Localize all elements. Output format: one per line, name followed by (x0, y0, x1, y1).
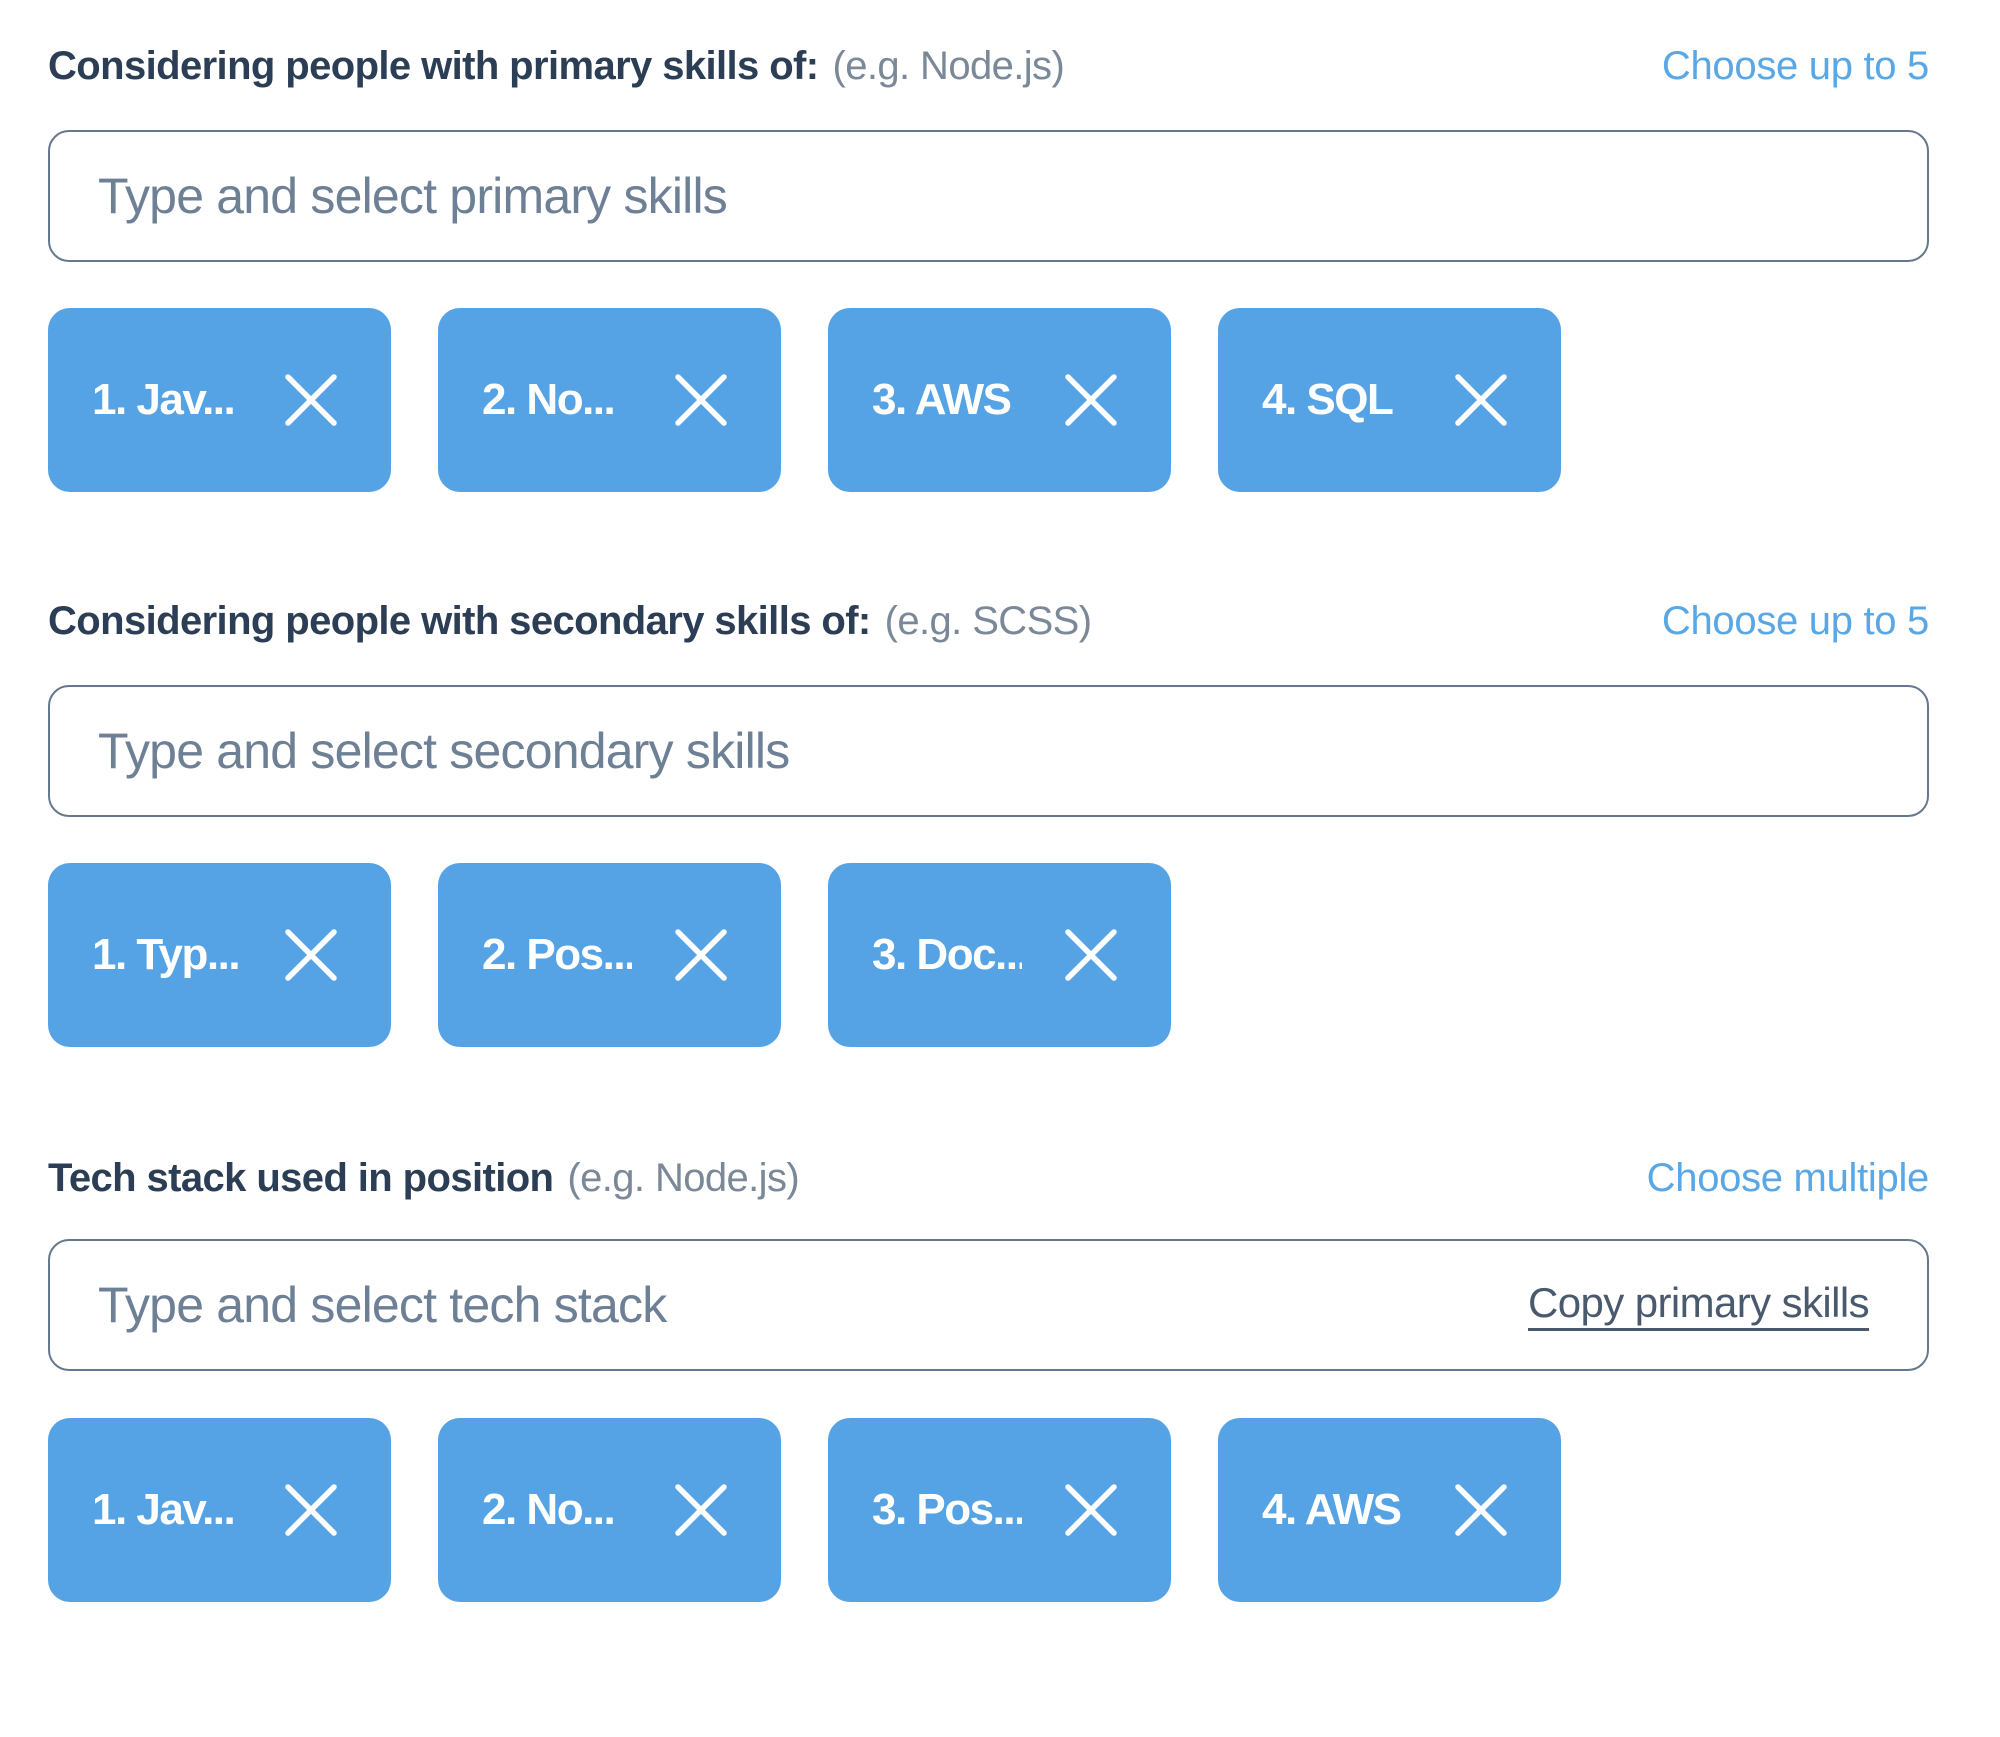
primary-skill-chip: 1. Jav... (48, 308, 391, 492)
primary-skills-limit: Choose up to 5 (1661, 43, 1929, 88)
secondary-skills-title: Considering people with secondary skills… (48, 598, 871, 643)
close-icon (675, 1484, 727, 1536)
remove-chip-button[interactable] (1064, 1484, 1118, 1536)
chip-label: 4. AWS (1262, 1485, 1402, 1534)
close-icon (675, 374, 727, 426)
chip-label: 1. Jav... (92, 375, 236, 424)
secondary-skill-chip: 1. Typ... (48, 863, 391, 1047)
close-icon (1065, 374, 1117, 426)
tech-stack-chips: 1. Jav... 2. No... 3. Pos... 4. AWS (48, 1418, 1561, 1602)
close-icon (285, 929, 337, 981)
remove-chip-button[interactable] (674, 374, 728, 426)
remove-chip-button[interactable] (1454, 1484, 1508, 1536)
secondary-skills-label: Considering people with secondary skills… (48, 598, 1092, 644)
primary-skills-chips: 1. Jav... 2. No... 3. AWS 4. SQL (48, 308, 1561, 492)
remove-chip-button[interactable] (284, 374, 338, 426)
tech-stack-chip: 4. AWS (1218, 1418, 1561, 1602)
primary-skills-input-box[interactable] (48, 130, 1929, 262)
secondary-skill-chip: 2. Pos... (438, 863, 781, 1047)
secondary-skills-input[interactable] (50, 687, 1927, 815)
chip-label: 2. No... (482, 375, 616, 424)
remove-chip-button[interactable] (1064, 929, 1118, 981)
close-icon (1065, 929, 1117, 981)
remove-chip-button[interactable] (284, 1484, 338, 1536)
tech-stack-input[interactable] (50, 1241, 1528, 1369)
close-icon (675, 929, 727, 981)
chip-label: 2. Pos... (482, 930, 632, 979)
chip-label: 2. No... (482, 1485, 616, 1534)
remove-chip-button[interactable] (284, 929, 338, 981)
secondary-skill-chip: 3. Doc... (828, 863, 1171, 1047)
chip-label: 3. AWS (872, 375, 1012, 424)
close-icon (1455, 374, 1507, 426)
remove-chip-button[interactable] (674, 929, 728, 981)
copy-primary-skills-link[interactable]: Copy primary skills (1528, 1279, 1870, 1331)
tech-stack-label: Tech stack used in position (e.g. Node.j… (48, 1155, 800, 1201)
close-icon (1455, 1484, 1507, 1536)
tech-stack-limit: Choose multiple (1646, 1155, 1930, 1200)
tech-stack-hint: (e.g. Node.js) (567, 1155, 800, 1200)
chip-label: 1. Jav... (92, 1485, 236, 1534)
tech-stack-chip: 1. Jav... (48, 1418, 391, 1602)
chip-label: 3. Pos... (872, 1485, 1022, 1534)
secondary-skills-label-row: Considering people with secondary skills… (48, 591, 1929, 651)
secondary-skills-chips: 1. Typ... 2. Pos... 3. Doc... (48, 863, 1171, 1047)
secondary-skills-hint: (e.g. SCSS) (884, 598, 1092, 643)
primary-skills-label: Considering people with primary skills o… (48, 43, 1065, 89)
chip-label: 3. Doc... (872, 930, 1022, 979)
close-icon (285, 374, 337, 426)
primary-skill-chip: 2. No... (438, 308, 781, 492)
remove-chip-button[interactable] (1454, 374, 1508, 426)
remove-chip-button[interactable] (674, 1484, 728, 1536)
tech-stack-label-row: Tech stack used in position (e.g. Node.j… (48, 1148, 1929, 1208)
close-icon (1065, 1484, 1117, 1536)
tech-stack-chip: 2. No... (438, 1418, 781, 1602)
primary-skills-label-row: Considering people with primary skills o… (48, 36, 1929, 96)
close-icon (285, 1484, 337, 1536)
chip-label: 4. SQL (1262, 375, 1394, 424)
tech-stack-title: Tech stack used in position (48, 1155, 554, 1200)
tech-stack-chip: 3. Pos... (828, 1418, 1171, 1602)
primary-skill-chip: 4. SQL (1218, 308, 1561, 492)
primary-skills-hint: (e.g. Node.js) (832, 43, 1065, 88)
primary-skills-input[interactable] (50, 132, 1927, 260)
secondary-skills-input-box[interactable] (48, 685, 1929, 817)
primary-skills-title: Considering people with primary skills o… (48, 43, 819, 88)
secondary-skills-limit: Choose up to 5 (1661, 598, 1929, 643)
tech-stack-input-box[interactable]: Copy primary skills (48, 1239, 1929, 1371)
chip-label: 1. Typ... (92, 930, 241, 979)
primary-skill-chip: 3. AWS (828, 308, 1171, 492)
remove-chip-button[interactable] (1064, 374, 1118, 426)
